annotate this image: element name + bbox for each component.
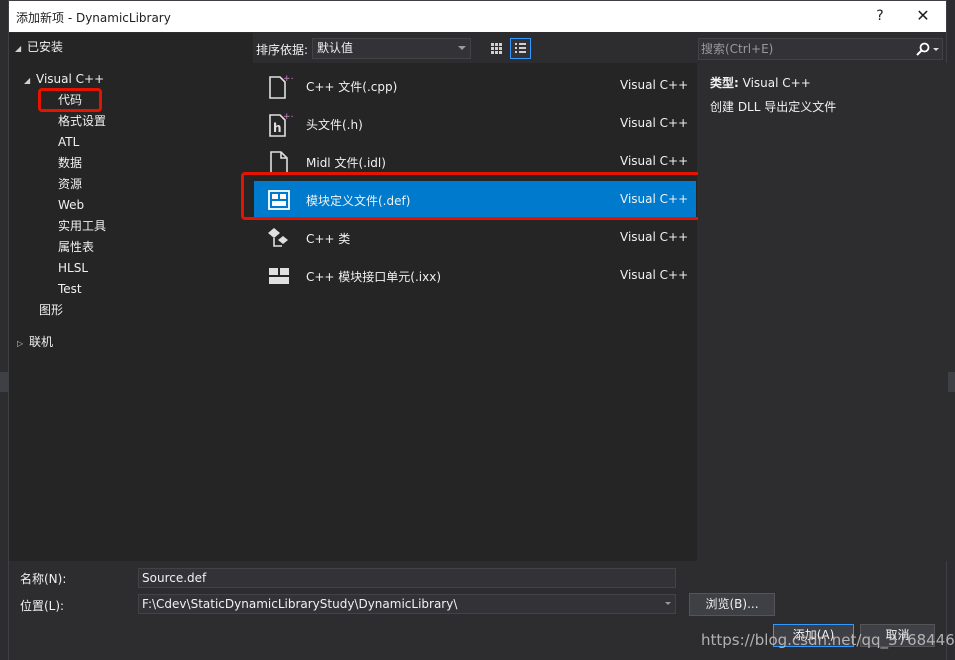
list-item-module-interface[interactable]: C++ 模块接口单元(.ixx) Visual C++	[254, 257, 696, 295]
tree-node-resource[interactable]: 资源	[58, 175, 82, 194]
template-language: Visual C++	[620, 78, 689, 92]
info-type-value: Visual C++	[742, 76, 811, 90]
expand-arrow-icon[interactable]: ▷	[17, 334, 29, 353]
location-field[interactable]: F:\Cdev\StaticDynamicLibraryStudy\Dynami…	[138, 594, 676, 614]
sort-label: 排序依据:	[256, 43, 309, 57]
tree-label: Visual C++	[36, 72, 105, 86]
chevron-down-icon[interactable]	[933, 48, 939, 51]
search-input[interactable]	[701, 40, 911, 58]
svg-text:++: ++	[283, 112, 293, 122]
tree-node-property-sheets[interactable]: 属性表	[58, 238, 94, 257]
tree-label: 联机	[29, 335, 54, 349]
cpp-file-icon: ++	[269, 74, 293, 99]
template-language: Visual C++	[620, 268, 689, 282]
info-pane: 类型: Visual C++ 创建 DLL 导出定义文件	[698, 63, 948, 561]
tree-node-atl[interactable]: ATL	[58, 133, 79, 152]
tree-node-installed[interactable]: ◢ 已安装	[15, 38, 63, 57]
highlight-box-code	[38, 88, 102, 112]
collapse-arrow-icon[interactable]: ◢	[15, 39, 27, 58]
watermark: https://blog.csdn.net/qq_37684467	[701, 631, 955, 649]
browse-button[interactable]: 浏览(B)...	[689, 593, 775, 616]
tree-node-formatting[interactable]: 格式设置	[58, 112, 106, 131]
tree-node-web[interactable]: Web	[58, 196, 84, 215]
list-view-icon	[515, 43, 526, 53]
header-file-icon: h ++	[269, 112, 293, 137]
highlight-box-def	[241, 172, 739, 220]
tree-node-graphics[interactable]: 图形	[39, 301, 63, 320]
name-label: 名称(N):	[20, 572, 67, 586]
template-name: C++ 文件(.cpp)	[306, 80, 398, 94]
close-button[interactable]: ✕	[910, 5, 936, 27]
list-item-cpp-class[interactable]: C++ 类 Visual C++	[254, 219, 696, 257]
info-type-label: 类型:	[710, 76, 739, 90]
class-icon	[268, 228, 288, 247]
dialog-titlebar: 添加新项 - DynamicLibrary ? ✕	[9, 1, 946, 32]
tree-label: 已安装	[27, 40, 64, 54]
location-value: F:\Cdev\StaticDynamicLibraryStudy\Dynami…	[142, 597, 458, 611]
ide-fragment	[947, 372, 955, 392]
search-icon[interactable]	[915, 41, 931, 57]
list-view-button[interactable]	[510, 38, 531, 59]
template-name: C++ 类	[306, 232, 351, 246]
svg-text:h: h	[273, 121, 282, 135]
info-description: 创建 DLL 导出定义文件	[710, 100, 837, 114]
category-tree: ◢ 已安装 ◢ Visual C++ 代码 格式设置 ATL 数据 资源 Web 实…	[9, 33, 253, 561]
template-name: Midl 文件(.idl)	[306, 156, 386, 170]
template-language: Visual C++	[620, 230, 689, 244]
help-button[interactable]: ?	[867, 5, 893, 27]
tree-node-test[interactable]: Test	[58, 280, 82, 299]
chevron-down-icon[interactable]	[665, 602, 671, 605]
tree-node-hlsl[interactable]: HLSL	[58, 259, 88, 278]
search-box[interactable]	[698, 38, 943, 60]
svg-text:++: ++	[283, 74, 293, 84]
sort-bar: 排序依据: 默认值	[253, 33, 697, 63]
dialog-title: 添加新项 - DynamicLibrary	[16, 11, 171, 25]
grid-view-icon	[491, 43, 502, 54]
module-icon	[269, 268, 289, 284]
name-field[interactable]: Source.def	[138, 568, 676, 588]
sort-value: 默认值	[317, 41, 354, 55]
list-item-header-file[interactable]: h ++ 头文件(.h) Visual C++	[254, 105, 696, 143]
tree-node-data[interactable]: 数据	[58, 154, 82, 173]
template-language: Visual C++	[620, 154, 689, 168]
info-type: 类型: Visual C++	[710, 74, 811, 91]
tree-node-online[interactable]: ▷ 联机	[17, 333, 53, 352]
template-name: 头文件(.h)	[306, 118, 363, 132]
tree-node-utility[interactable]: 实用工具	[58, 217, 106, 236]
sort-dropdown[interactable]: 默认值	[312, 38, 471, 59]
template-list: ++ C++ 文件(.cpp) Visual C++ h ++ 头文件(.h) …	[253, 63, 697, 561]
tree-node-visual-cpp[interactable]: ◢ Visual C++	[24, 70, 104, 89]
chevron-down-icon	[458, 46, 466, 50]
collapse-arrow-icon[interactable]: ◢	[24, 71, 36, 90]
list-item-cpp-file[interactable]: ++ C++ 文件(.cpp) Visual C++	[254, 67, 696, 105]
grid-view-button[interactable]	[486, 38, 507, 59]
add-new-item-dialog: 添加新项 - DynamicLibrary ? ✕ ◢ 已安装 ◢ Visual C…	[8, 0, 948, 660]
location-label: 位置(L):	[20, 599, 65, 613]
ide-fragment	[0, 372, 8, 392]
template-name: C++ 模块接口单元(.ixx)	[306, 270, 442, 284]
template-language: Visual C++	[620, 116, 689, 130]
